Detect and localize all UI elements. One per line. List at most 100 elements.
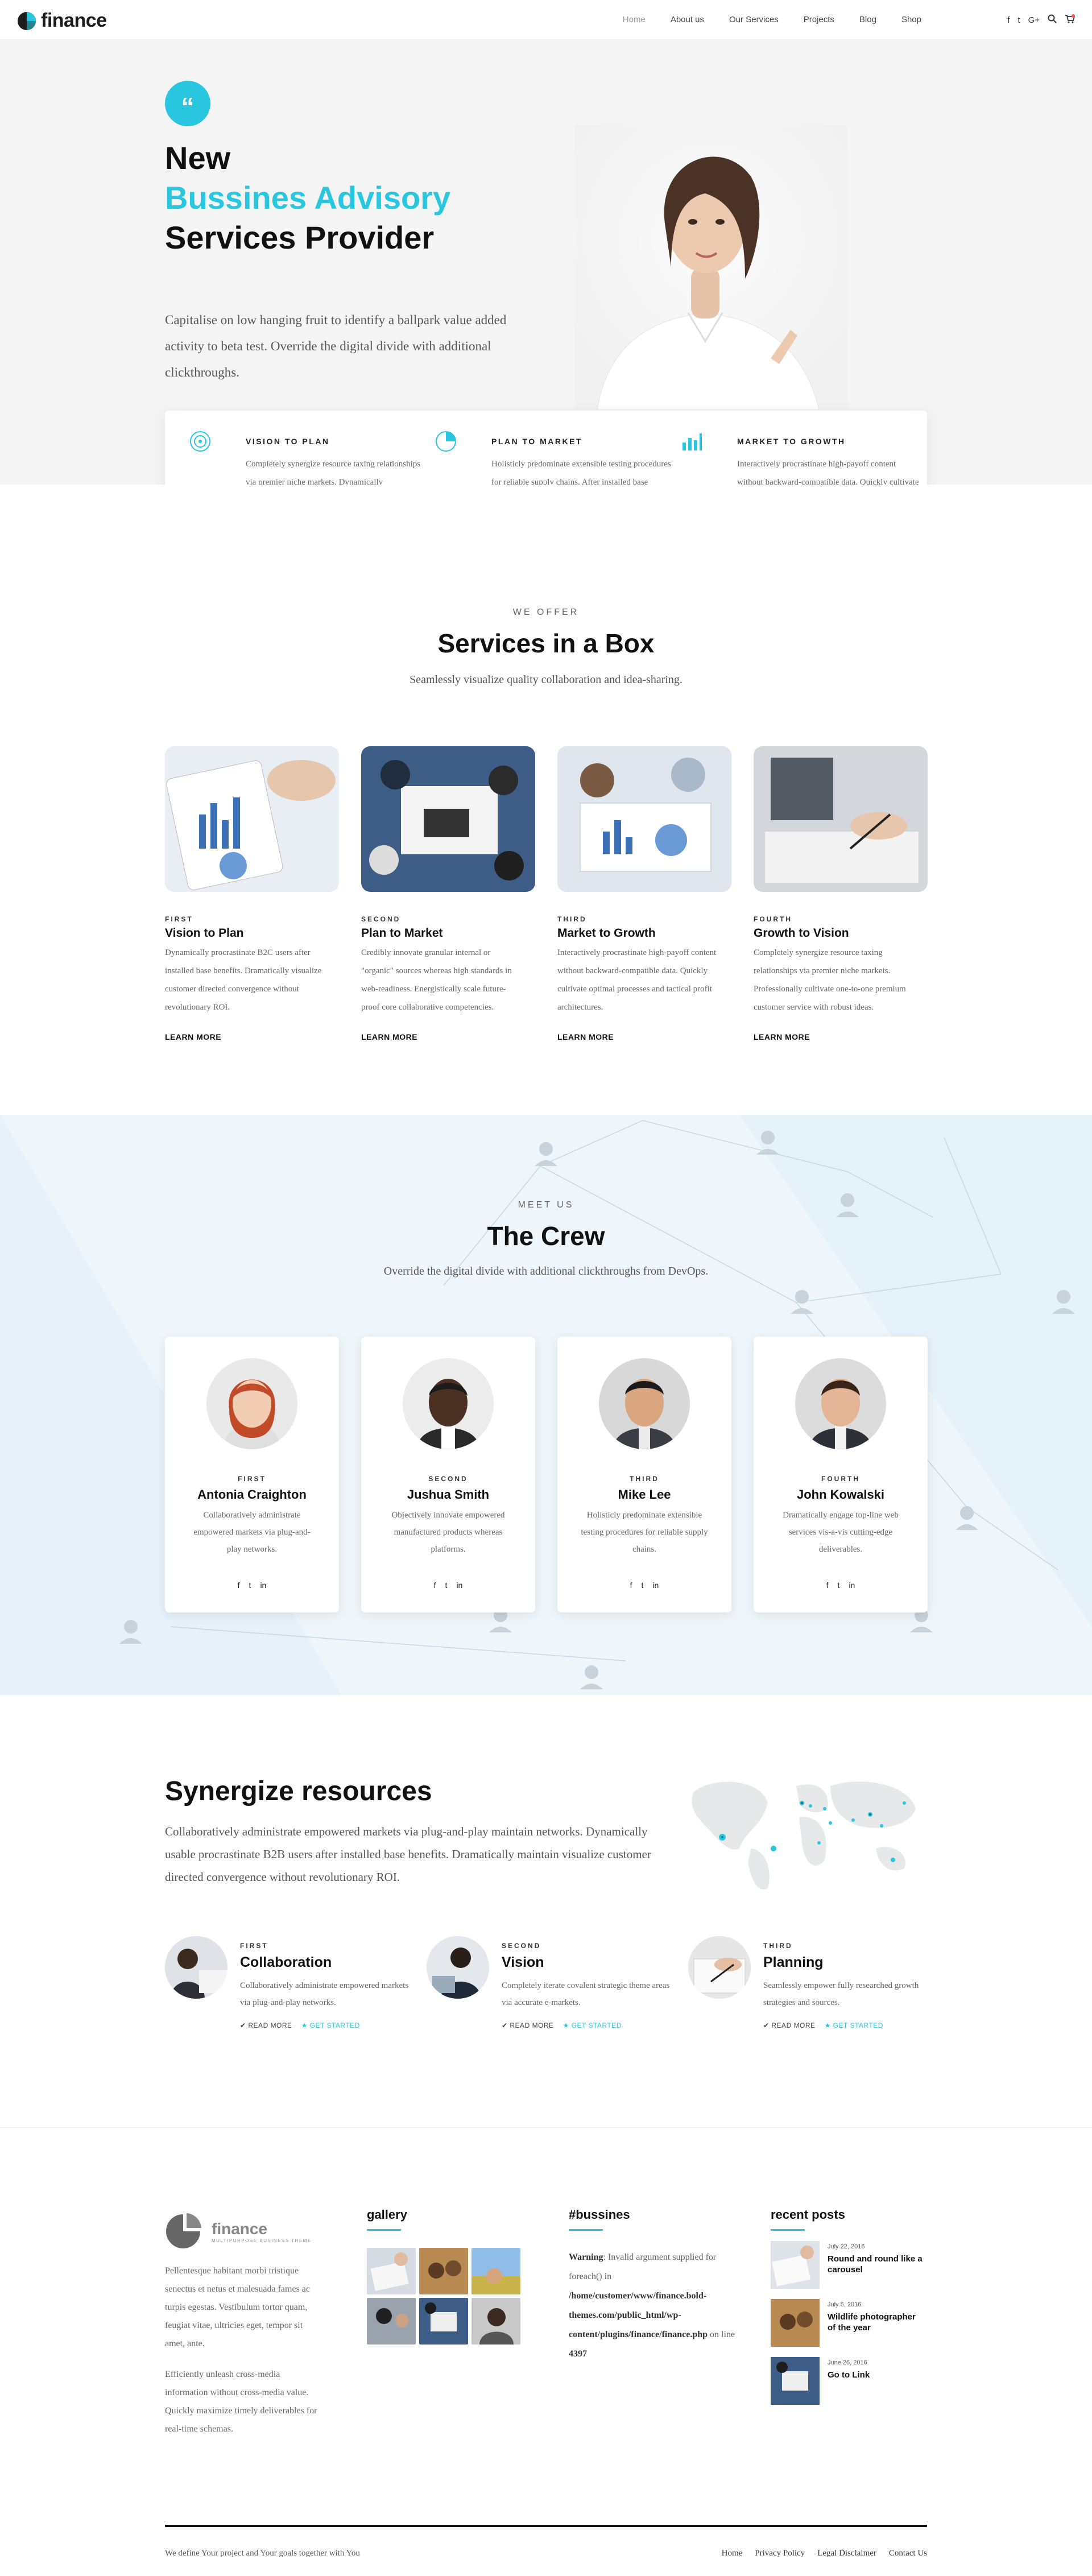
team-member-card: FIRST Antonia Craighton Collaboratively … [165, 1337, 339, 1612]
synergize-feature: FIRST Collaboration Collaboratively admi… [165, 1936, 415, 2050]
feature-text: Seamlessly empower fully researched grow… [763, 1981, 919, 2007]
facebook-icon[interactable]: f [630, 1581, 632, 1590]
gallery-thumb[interactable] [419, 2298, 468, 2345]
service-image [557, 746, 731, 892]
post-date: July 22, 2016 [828, 2243, 865, 2250]
services-title: Services in a Box [437, 629, 655, 658]
service-card: THIRD Market to Growth Interactively pro… [557, 746, 731, 1041]
google-plus-icon[interactable]: G+ [1028, 15, 1040, 25]
recent-post[interactable]: July 22, 2016 Round and round like a car… [771, 2241, 924, 2289]
linkedin-icon[interactable]: in [260, 1581, 266, 1590]
service-title: Vision to Plan [165, 927, 244, 940]
learn-more-link[interactable]: LEARN MORE [165, 1032, 339, 1041]
services-section: WE OFFER Services in a Box Seamlessly vi… [0, 485, 1092, 1115]
quote-icon: “ [165, 81, 210, 126]
facebook-icon[interactable]: f [238, 1581, 240, 1590]
learn-more-link[interactable]: LEARN MORE [361, 1032, 535, 1041]
team-member-card: FOURTH John Kowalski Dramatically engage… [754, 1337, 928, 1612]
gallery-thumb[interactable] [367, 2298, 416, 2345]
service-card: FIRST Vision to Plan Dynamically procras… [165, 746, 339, 1041]
synergize-feature: THIRD Planning Seamlessly empower fully … [688, 1936, 938, 2050]
site-logo[interactable]: finance [17, 10, 107, 32]
post-title[interactable]: Wildlife photographer of the year [828, 2312, 924, 2333]
footer-link-home[interactable]: Home [722, 2549, 743, 2558]
linkedin-icon[interactable]: in [652, 1581, 659, 1590]
nav-shop[interactable]: Shop [901, 15, 921, 24]
site-header: finance Home About us Our Services Proje… [0, 0, 1092, 40]
nav-home[interactable]: Home [623, 15, 646, 24]
get-started-link[interactable]: ★ GET STARTED [301, 2021, 360, 2029]
twitter-icon[interactable]: t [642, 1581, 644, 1590]
footer-link-legal[interactable]: Legal Disclaimer [817, 2549, 876, 2558]
gallery-thumb[interactable] [471, 2248, 520, 2294]
synergize-description: Collaboratively administrate empowered m… [165, 1825, 651, 1884]
footer-about-text-2: Efficiently unleash cross-media informat… [165, 2370, 317, 2434]
learn-more-link[interactable]: LEARN MORE [557, 1032, 731, 1041]
gallery-thumb[interactable] [419, 2248, 468, 2294]
post-title[interactable]: Round and round like a carousel [828, 2254, 924, 2275]
team-member-card: THIRD Mike Lee Holisticly predominate ex… [557, 1337, 731, 1612]
bussines-title: #bussines [569, 2207, 630, 2222]
service-text: Completely synergize resource taxing rel… [754, 948, 906, 1012]
read-more-link[interactable]: ✔ READ MORE [763, 2021, 816, 2029]
member-number: FOURTH [821, 1475, 860, 1483]
cart-icon[interactable] [1065, 14, 1076, 26]
post-thumbnail [771, 2357, 820, 2405]
feature-text: Completely iterate covalent strategic th… [502, 1981, 670, 2007]
nav-about[interactable]: About us [671, 15, 704, 24]
feature-text: Completely synergize resource taxing rel… [246, 460, 421, 485]
feature-thumbnail [427, 1936, 489, 1999]
search-icon[interactable] [1048, 14, 1057, 26]
twitter-icon[interactable]: t [1017, 15, 1020, 25]
recent-post[interactable]: June 26, 2016 Go to Link [771, 2357, 924, 2405]
post-title[interactable]: Go to Link [828, 2370, 870, 2380]
nav-blog[interactable]: Blog [859, 15, 876, 24]
nav-projects[interactable]: Projects [804, 15, 834, 24]
service-image [754, 746, 928, 892]
world-map-image [692, 1781, 916, 1889]
read-more-link[interactable]: ✔ READ MORE [240, 2021, 292, 2029]
post-date: July 5, 2016 [828, 2301, 862, 2308]
member-photo [795, 1358, 886, 1449]
footer-link-contact[interactable]: Contact Us [889, 2549, 927, 2558]
hero-title-line2: Bussines Advisory [165, 180, 451, 216]
service-number: THIRD [557, 915, 587, 923]
feature-title: VISION TO PLAN [246, 437, 330, 446]
read-more-link[interactable]: ✔ READ MORE [502, 2021, 554, 2029]
feature-links: ✔ READ MORE ★ GET STARTED [240, 2021, 360, 2029]
footer-links: Home Privacy Policy Legal Disclaimer Con… [722, 2549, 927, 2558]
member-number: SECOND [428, 1475, 468, 1483]
gallery-thumb[interactable] [367, 2248, 416, 2294]
linkedin-icon[interactable]: in [456, 1581, 462, 1590]
post-thumbnail [771, 2241, 820, 2289]
feature-links: ✔ READ MORE ★ GET STARTED [763, 2021, 883, 2029]
footer-logo[interactable]: finance MULTIPURPOSE BUSINESS THEME [165, 2213, 318, 2250]
service-image [361, 746, 535, 892]
footer-link-privacy[interactable]: Privacy Policy [755, 2549, 805, 2558]
nav-services[interactable]: Our Services [729, 15, 779, 24]
recent-post[interactable]: July 5, 2016 Wildlife photographer of th… [771, 2299, 924, 2347]
title-underline [771, 2229, 805, 2231]
service-number: FIRST [165, 915, 193, 923]
twitter-icon[interactable]: t [445, 1581, 448, 1590]
gallery-thumb[interactable] [471, 2298, 520, 2345]
member-number: FIRST [238, 1475, 266, 1483]
team-member-card: SECOND Jushua Smith Objectively innovate… [361, 1337, 535, 1612]
linkedin-icon[interactable]: in [849, 1581, 855, 1590]
logo-icon [18, 11, 36, 30]
get-started-link[interactable]: ★ GET STARTED [563, 2021, 622, 2029]
twitter-icon[interactable]: t [838, 1581, 840, 1590]
member-social: f t in [754, 1581, 928, 1590]
facebook-icon[interactable]: f [1007, 15, 1010, 25]
footer-logo-tag: MULTIPURPOSE BUSINESS THEME [212, 2238, 312, 2243]
learn-more-link[interactable]: LEARN MORE [754, 1032, 928, 1041]
bar-chart-icon [682, 433, 702, 450]
twitter-icon[interactable]: t [249, 1581, 251, 1590]
feature-number: SECOND [502, 1942, 541, 1950]
get-started-link[interactable]: ★ GET STARTED [825, 2021, 883, 2029]
footer-logo-name: finance [212, 2219, 268, 2238]
member-name: Jushua Smith [407, 1487, 490, 1502]
facebook-icon[interactable]: f [826, 1581, 829, 1590]
service-text: Interactively procrastinate high-payoff … [557, 948, 717, 1012]
facebook-icon[interactable]: f [434, 1581, 436, 1590]
